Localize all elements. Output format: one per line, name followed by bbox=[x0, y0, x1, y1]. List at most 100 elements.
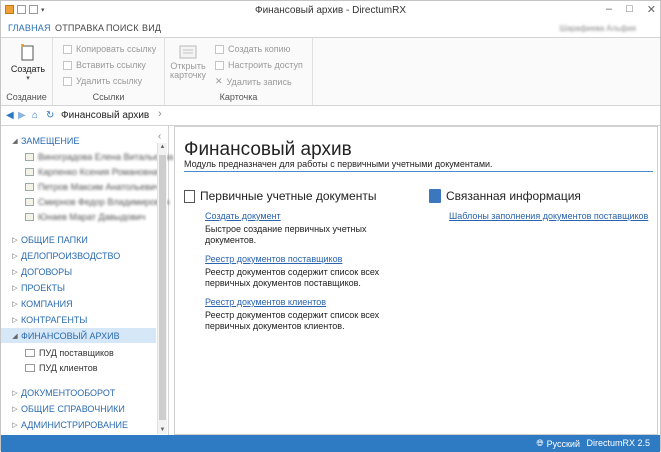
ribbon: Создать ▾ Создание Копировать ссылку Вст… bbox=[1, 37, 660, 106]
home-icon[interactable]: ⌂ bbox=[32, 110, 38, 121]
sidebar-item-label: ОБЩИЕ СПРАВОЧНИКИ bbox=[21, 403, 125, 414]
close-icon[interactable]: ✕ bbox=[647, 3, 656, 16]
collapsed-triangle-icon: ▷ bbox=[12, 268, 18, 276]
sidebar-item-financial-archive[interactable]: ◢ ФИНАНСОВЫЙ АРХИВ bbox=[1, 328, 156, 343]
client-registry-description: Реестр документов содержит список всех п… bbox=[205, 310, 380, 331]
substitute-name: Юнаев Марат Давыдович bbox=[38, 211, 146, 222]
sidebar-item-substitution[interactable]: ◢ ЗАМЕЩЕНИЕ bbox=[1, 133, 156, 148]
forward-arrow-icon[interactable]: ▶ bbox=[18, 110, 26, 121]
back-arrow-icon[interactable]: ◀ bbox=[6, 110, 14, 121]
copy-link-button[interactable]: Копировать ссылку bbox=[63, 44, 156, 54]
open-card-button[interactable]: Открыть карточку bbox=[169, 44, 207, 80]
sidebar-item-label: ЗАМЕЩЕНИЕ bbox=[21, 135, 80, 146]
links-group-label: Ссылки bbox=[92, 92, 125, 102]
collapsed-triangle-icon: ▷ bbox=[12, 252, 18, 260]
configure-access-label: Настроить доступ bbox=[228, 60, 303, 70]
breadcrumb[interactable]: Финансовый архив bbox=[61, 110, 149, 121]
copy-link-label: Копировать ссылку bbox=[76, 44, 157, 54]
supplier-registry-link[interactable]: Реестр документов поставщиков bbox=[205, 254, 342, 264]
sidebar-item-shared-folders[interactable]: ▷ ОБЩИЕ ПАПКИ bbox=[1, 232, 156, 247]
sidebar-item-projects[interactable]: ▷ ПРОЕКТЫ bbox=[1, 280, 156, 295]
create-document-description: Быстрое создание первичных учетных докум… bbox=[205, 224, 367, 245]
ribbon-tabs: ГЛАВНАЯ ОТПРАВКА ПОИСК ВИД Шарафиева Аль… bbox=[1, 21, 660, 58]
sidebar-item-common-directories[interactable]: ▷ ОБЩИЕ СПРАВОЧНИКИ bbox=[1, 401, 156, 416]
create-chevron-icon: ▾ bbox=[26, 75, 30, 82]
create-group-label: Создание bbox=[6, 92, 47, 102]
sidebar-item-label: КОНТРАГЕНТЫ bbox=[21, 314, 88, 325]
document-icon bbox=[184, 189, 195, 203]
copy-link-icon bbox=[63, 44, 72, 54]
section-heading-label: Первичные учетные документы bbox=[200, 189, 377, 203]
current-user[interactable]: Шарафиева Альфия bbox=[559, 24, 636, 33]
tab-send[interactable]: ОТПРАВКА bbox=[55, 23, 104, 33]
substitute-name: Карпенко Ксения Романовна bbox=[38, 166, 159, 177]
sidebar-item-administration[interactable]: ▷ АДМИНИСТРИРОВАНИЕ bbox=[1, 417, 156, 432]
title-divider bbox=[184, 171, 653, 172]
sidebar-item-counterparties[interactable]: ▷ КОНТРАГЕНТЫ bbox=[1, 312, 156, 327]
ribbon-group-card: Открыть карточку Создать копию Настроить… bbox=[165, 38, 313, 105]
substitute-item[interactable]: Смирнов Федор Владимирович bbox=[25, 194, 170, 209]
delete-link-button[interactable]: Удалить ссылку bbox=[63, 76, 142, 86]
supplier-templates-link[interactable]: Шаблоны заполнения документов поставщико… bbox=[449, 211, 648, 221]
person-icon bbox=[25, 212, 34, 221]
card-group-label: Карточка bbox=[219, 92, 258, 102]
substitute-item[interactable]: Виноградова Елена Витальевна bbox=[25, 149, 173, 164]
tab-home[interactable]: ГЛАВНАЯ bbox=[8, 23, 51, 34]
new-document-icon bbox=[21, 44, 34, 61]
scrollbar-thumb[interactable] bbox=[159, 155, 166, 420]
collapsed-triangle-icon: ▷ bbox=[12, 316, 18, 324]
sidebar-item-label: ПРОЕКТЫ bbox=[21, 282, 65, 293]
language-selector[interactable]: 🌐︎ Русский bbox=[536, 438, 580, 449]
create-button-label: Создать bbox=[10, 64, 46, 74]
refresh-icon[interactable]: ↻ bbox=[46, 110, 54, 121]
card-icon bbox=[179, 45, 197, 59]
substitute-item[interactable]: Юнаев Марат Давыдович bbox=[25, 209, 146, 224]
sidebar-folder-client-docs[interactable]: ПУД клиентов bbox=[25, 360, 97, 375]
create-copy-button[interactable]: Создать копию bbox=[215, 44, 290, 54]
create-copy-label: Создать копию bbox=[228, 44, 291, 54]
collapsed-triangle-icon: ▷ bbox=[12, 300, 18, 308]
navigation-bar: ◀ ▶ ⌂ ↻ Финансовый архив › bbox=[1, 106, 660, 126]
person-icon bbox=[25, 197, 34, 206]
breadcrumb-chevron-icon[interactable]: › bbox=[158, 108, 162, 120]
create-document-link[interactable]: Создать документ bbox=[205, 211, 281, 221]
primary-docs-heading: Первичные учетные документы bbox=[184, 189, 376, 203]
lock-icon bbox=[215, 60, 224, 70]
sidebar-item-contracts[interactable]: ▷ ДОГОВОРЫ bbox=[1, 264, 156, 279]
delete-record-button[interactable]: ✕ Удалить запись bbox=[215, 76, 292, 87]
paste-link-button[interactable]: Вставить ссылку bbox=[63, 60, 146, 70]
scroll-up-icon[interactable]: ▲ bbox=[158, 144, 167, 150]
supplier-registry-description: Реестр документов содержит список всех п… bbox=[205, 267, 380, 288]
copy-icon bbox=[215, 44, 224, 54]
app-window: ▾ Финансовый архив - DirectumRX – □ ✕ ГЛ… bbox=[0, 0, 661, 452]
section-heading-label: Связанная информация bbox=[446, 189, 581, 203]
folder-icon bbox=[25, 363, 35, 372]
delete-link-icon bbox=[63, 76, 72, 86]
sidebar-scrollbar[interactable]: ▲ ▼ bbox=[157, 143, 167, 434]
sidebar-item-document-flow[interactable]: ▷ ДОКУМЕНТООБОРОТ bbox=[1, 385, 156, 400]
paste-link-label: Вставить ссылку bbox=[76, 60, 146, 70]
substitute-item[interactable]: Петров Максим Анатольевич bbox=[25, 179, 160, 194]
book-icon bbox=[429, 189, 441, 203]
main-content: Финансовый архив Модуль предназначен для… bbox=[174, 126, 658, 435]
scroll-down-icon[interactable]: ▼ bbox=[158, 427, 167, 433]
tab-search[interactable]: ПОИСК bbox=[106, 23, 139, 33]
sidebar-item-company[interactable]: ▷ КОМПАНИЯ bbox=[1, 296, 156, 311]
substitute-item[interactable]: Карпенко Ксения Романовна bbox=[25, 164, 158, 179]
collapse-sidebar-chevron-icon[interactable]: ‹ bbox=[158, 131, 161, 142]
delete-link-label: Удалить ссылку bbox=[76, 76, 143, 86]
expanded-triangle-icon: ◢ bbox=[12, 332, 18, 340]
collapsed-triangle-icon: ▷ bbox=[12, 236, 18, 244]
sidebar-item-label: ДЕЛОПРОИЗВОДСТВО bbox=[21, 250, 121, 261]
title-bar: ▾ Финансовый архив - DirectumRX – □ ✕ bbox=[1, 1, 660, 21]
client-registry-link[interactable]: Реестр документов клиентов bbox=[205, 297, 326, 307]
substitute-name: Смирнов Федор Владимирович bbox=[38, 196, 170, 207]
sidebar-item-label: КОМПАНИЯ bbox=[21, 298, 73, 309]
maximize-icon[interactable]: □ bbox=[626, 3, 633, 16]
tab-view[interactable]: ВИД bbox=[142, 23, 161, 33]
sidebar-folder-supplier-docs[interactable]: ПУД поставщиков bbox=[25, 345, 114, 360]
sidebar-item-records-management[interactable]: ▷ ДЕЛОПРОИЗВОДСТВО bbox=[1, 248, 156, 263]
configure-access-button[interactable]: Настроить доступ bbox=[215, 60, 303, 70]
minimize-icon[interactable]: – bbox=[606, 3, 612, 16]
create-button[interactable]: Создать ▾ bbox=[9, 44, 47, 82]
